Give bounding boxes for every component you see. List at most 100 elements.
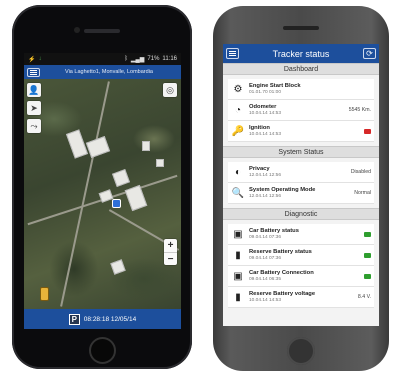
zoom-control: + − [164, 239, 177, 265]
parking-icon[interactable]: P [68, 313, 80, 325]
menu-button[interactable] [27, 67, 40, 77]
status-row[interactable]: ◐ Privacy 12.04.14 12:56 Disabled [228, 162, 374, 183]
status-timestamp: 09.04.14 07:36 [249, 235, 282, 240]
refresh-icon[interactable]: ⟳ [363, 48, 376, 59]
zoom-out-button[interactable]: − [164, 252, 177, 265]
status-name: Reserve Battery voltage [249, 291, 316, 297]
car-battery-icon: ▣ [233, 228, 243, 240]
status-timestamp: 01.01.70 01:00 [249, 90, 282, 95]
map-app-screen: ⚡ ↓ ᛒ ▂▄▆ 71% 11:16 Via Laghetto1, Monva… [24, 53, 181, 329]
status-name: Odometer [249, 104, 277, 110]
status-name: Privacy [249, 166, 270, 172]
map-header: Via Laghetto1, Monvalle, Lombardia [24, 65, 181, 79]
status-timestamp: 12.04.14 12:56 [249, 194, 282, 199]
stage: ⚡ ↓ ᛒ ▂▄▆ 71% 11:16 Via Laghetto1, Monva… [0, 0, 395, 376]
satellite-map[interactable]: 👤 ➤ ⤳ ◎ + − [24, 79, 181, 309]
status-timestamp: 10.04.14 14:53 [249, 298, 282, 303]
search-icon: 🔍 [231, 187, 245, 199]
status-value: 5545 Km. [348, 107, 371, 113]
map-building [156, 159, 164, 167]
status-indicator-green [364, 273, 371, 279]
status-name: Ignition [249, 125, 270, 131]
battery-level: 71% [147, 56, 160, 62]
status-name: Engine Start Block [249, 83, 301, 89]
status-row-text: Reserve Battery status 09.04.14 07:36 [245, 249, 364, 261]
status-row-text: Odometer 10.04.14 14:53 [245, 104, 349, 116]
status-row[interactable]: ◔ Odometer 10.04.14 14:53 5545 Km. [228, 100, 374, 121]
speaker-grille [283, 26, 319, 30]
clock: 11:16 [162, 56, 177, 62]
battery-icon: ▮ [235, 291, 241, 303]
usb-icon: ⚡ [28, 56, 36, 63]
navigate-arrow-icon[interactable]: ➤ [27, 101, 41, 115]
gauge-icon: ◔ [234, 104, 242, 116]
status-timestamp: 09.04.14 06:35 [249, 277, 282, 282]
speaker-grille [84, 29, 120, 33]
status-timestamp: 10.04.14 14:53 [249, 111, 282, 116]
signal-icon: ▂▄▆ [130, 56, 145, 63]
section-header: Diagnostic [223, 208, 379, 220]
status-row[interactable]: ▣ Car Battery status 09.04.14 07:36 [228, 224, 374, 245]
status-row[interactable]: ▮ Reserve Battery status 09.04.14 07:36 [228, 245, 374, 266]
status-row[interactable]: ▮ Reserve Battery voltage 10.04.14 14:53 8.… [228, 287, 374, 308]
person-icon[interactable]: 👤 [27, 83, 41, 97]
status-value: 8.4 V. [357, 294, 371, 300]
system-status-bar: ⚡ ↓ ᛒ ▂▄▆ 71% 11:16 [24, 53, 181, 65]
status-indicator-green [364, 231, 371, 237]
status-sections: Dashboard ⚙ Engine Start Block 01.01.70 01:… [223, 63, 379, 312]
page-title: Tracker status [272, 48, 330, 59]
phone-status-device: Tracker status ⟳ Dashboard ⚙ Engine Start … [213, 6, 389, 371]
section-header: System Status [223, 146, 379, 158]
key-icon: 🔑 [231, 125, 245, 137]
zoom-in-button[interactable]: + [164, 239, 177, 252]
last-position-timestamp: 08:28:18 12/05/14 [83, 315, 137, 323]
locate-icon[interactable]: ◎ [163, 83, 177, 97]
status-indicator-red [364, 128, 371, 134]
status-row-text: Car Battery status 09.04.14 07:36 [245, 228, 364, 240]
home-button [89, 337, 116, 364]
phone-map-device: ⚡ ↓ ᛒ ▂▄▆ 71% 11:16 Via Laghetto1, Monva… [12, 5, 192, 369]
route-icon[interactable]: ⤳ [27, 119, 41, 133]
engine-icon: ⚙ [233, 83, 243, 95]
map-building [112, 169, 130, 187]
map-building [65, 129, 89, 159]
menu-button[interactable] [226, 48, 239, 59]
status-name: Car Battery status [249, 228, 299, 234]
vehicle-marker[interactable] [112, 199, 121, 208]
map-footer: P 08:28:18 12/05/14 [24, 309, 181, 329]
status-name: System Operating Mode [249, 187, 316, 193]
status-timestamp: 12.04.14 12:56 [249, 173, 282, 178]
status-row[interactable]: 🔑 Ignition 10.04.14 14:53 [228, 121, 374, 142]
status-row-text: Engine Start Block 01.01.70 01:00 [245, 83, 371, 95]
status-row[interactable]: 🔍 System Operating Mode 12.04.14 12:56 Norm… [228, 183, 374, 204]
notification-icons: ⚡ ↓ [28, 56, 41, 63]
status-row-text: Reserve Battery voltage 10.04.14 14:53 [245, 291, 358, 303]
privacy-icon: ◐ [234, 166, 242, 178]
status-timestamp: 09.04.14 07:36 [249, 256, 282, 261]
map-building [85, 136, 111, 158]
tracker-status-screen: Tracker status ⟳ Dashboard ⚙ Engine Start … [223, 44, 379, 326]
status-row-text: System Operating Mode 12.04.14 12:56 [245, 187, 354, 199]
status-row[interactable]: ▣ Car Battery Connection 09.04.14 06:35 [228, 266, 374, 287]
status-timestamp: 10.04.14 14:53 [249, 132, 282, 137]
status-row-text: Car Battery Connection 09.04.14 06:35 [245, 270, 364, 282]
download-icon: ↓ [38, 55, 42, 62]
current-address: Via Laghetto1, Monvalle, Lombardia [65, 69, 153, 75]
map-building [142, 141, 150, 151]
status-value: Disabled [350, 169, 371, 175]
status-row-text: Privacy 12.04.14 12:56 [245, 166, 351, 178]
battery-icon: ▮ [235, 249, 241, 261]
street-view-pegman-icon[interactable] [40, 287, 49, 301]
bluetooth-icon: ᛒ [124, 56, 128, 62]
camera-icon [74, 27, 80, 33]
map-building [124, 184, 148, 212]
status-name: Car Battery Connection [249, 270, 314, 276]
status-row-text: Ignition 10.04.14 14:53 [245, 125, 364, 137]
status-indicator-green [364, 252, 371, 258]
status-row[interactable]: ⚙ Engine Start Block 01.01.70 01:00 [228, 79, 374, 100]
map-building [110, 259, 126, 275]
status-name: Reserve Battery status [249, 249, 312, 255]
status-value: Normal [354, 190, 371, 196]
home-button [287, 337, 315, 365]
